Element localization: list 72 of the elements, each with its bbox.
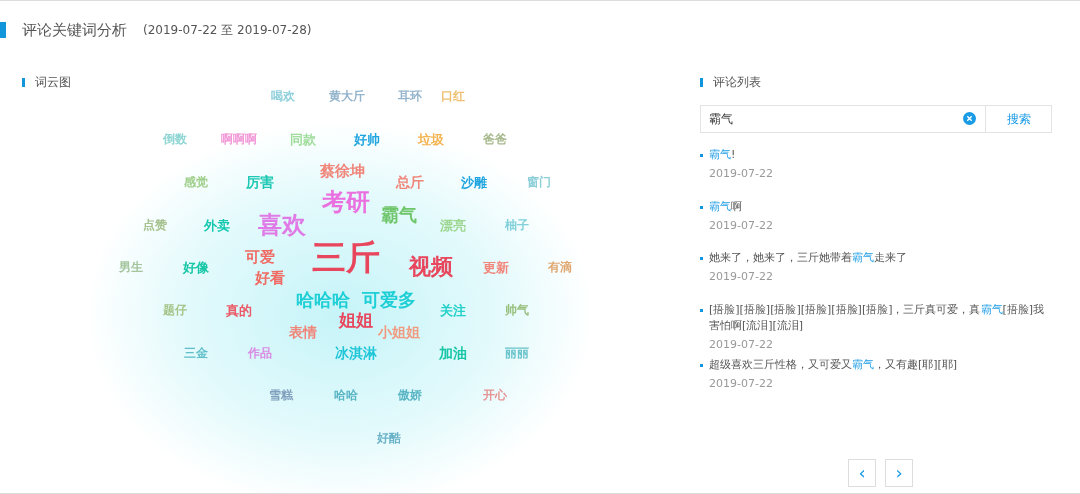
comment-date: 2019-07-22 <box>709 217 774 234</box>
cloud-word: 点赞 <box>143 219 167 231</box>
cloud-word: 耳环 <box>398 90 422 102</box>
cloud-word: 黄大斤 <box>329 90 365 102</box>
cloud-word: 冰淇淋 <box>335 346 377 360</box>
page-title: 评论关键词分析 <box>22 19 127 41</box>
cloud-word: 表情 <box>289 325 317 339</box>
comment-date: 2019-07-22 <box>709 376 774 392</box>
cloud-word: 哈哈哈 <box>296 291 350 309</box>
cloud-word: 漂亮 <box>440 218 466 232</box>
cloud-word: 视频 <box>409 256 453 278</box>
cloud-word: 垃圾 <box>418 132 444 146</box>
cloud-word: 同款 <box>290 132 316 146</box>
comment-text: 霸气! <box>709 147 737 163</box>
cloud-word: 总斤 <box>396 175 424 189</box>
cloud-word: 加油 <box>439 346 467 360</box>
section-title: 词云图 <box>35 74 71 91</box>
cloud-word: 喜欢 <box>258 213 306 237</box>
cloud-word: 三金 <box>184 347 208 359</box>
cloud-word: 帅气 <box>505 304 529 316</box>
cloud-word: 男生 <box>119 261 143 273</box>
date-range: (2019-07-22 至 2019-07-28) <box>143 22 312 39</box>
cloud-word: 考研 <box>322 190 370 214</box>
comment-date: 2019-07-22 <box>709 166 774 182</box>
cloud-word: 喝欢 <box>271 90 295 102</box>
comment-text: 她来了，她来了，三斤她带着霸气走来了 <box>709 250 908 266</box>
cloud-word: 姐姐 <box>339 311 373 329</box>
cloud-word: 题仔 <box>163 304 187 316</box>
section-marker <box>700 77 703 87</box>
previous-page-button[interactable]: ‹ <box>848 458 876 487</box>
cloud-word: 厉害 <box>246 175 274 189</box>
cloud-word: 窗门 <box>527 176 551 188</box>
comment-text: 超级喜欢三斤性格，又可爱又霸气，又有趣[耶][耶] <box>709 357 959 373</box>
title-marker <box>0 22 6 38</box>
cloud-word: 倒数 <box>163 133 187 145</box>
cloud-word: 好酷 <box>377 432 401 444</box>
cloud-word: 傲娇 <box>398 389 422 401</box>
next-page-button[interactable]: › <box>885 458 913 487</box>
comment-text: [捂脸][捂脸][捂脸][捂脸][捂脸][捂脸]，三斤真可爱，真霸气[捂脸]我害怕啊[流泪][流泪] <box>709 301 1046 334</box>
cloud-word: 开心 <box>483 389 507 401</box>
cloud-word: 哈哈 <box>334 389 358 401</box>
cloud-word: 霸气 <box>381 206 417 224</box>
cloud-word: 真的 <box>226 303 252 317</box>
comment-text: 霸气啊 <box>709 198 743 215</box>
cloud-word: 作品 <box>248 347 272 359</box>
cloud-word: 雪糕 <box>269 389 293 401</box>
cloud-word: 可爱多 <box>362 291 416 309</box>
cloud-word: 三斤 <box>312 240 380 274</box>
comment-date: 2019-07-22 <box>709 269 774 285</box>
cloud-word: 关注 <box>440 303 466 317</box>
section-title: 评论列表 <box>713 74 761 91</box>
cloud-word: 蔡徐坤 <box>319 163 365 179</box>
cloud-word: 小姐姐 <box>378 325 420 339</box>
cloud-word: 柚子 <box>505 219 529 231</box>
cloud-word: 可爱 <box>245 249 275 265</box>
cloud-word: 有滴 <box>548 261 572 273</box>
cloud-word: 爸爸 <box>483 133 507 145</box>
cloud-word: 口红 <box>441 90 465 102</box>
cloud-word: 好帅 <box>354 132 380 146</box>
clear-icon[interactable] <box>963 112 976 125</box>
section-marker <box>22 77 25 87</box>
search-button[interactable]: 搜索 <box>986 105 1052 133</box>
cloud-word: 沙雕 <box>461 175 487 189</box>
cloud-word: 丽丽 <box>505 347 529 359</box>
cloud-word: 感觉 <box>184 176 208 188</box>
cloud-word: 外卖 <box>204 218 230 232</box>
cloud-word: 啊啊啊 <box>221 133 257 145</box>
search-field[interactable]: 霸气 <box>700 105 986 133</box>
cloud-word: 好像 <box>183 260 209 274</box>
cloud-word: 更新 <box>483 260 509 274</box>
comment-date: 2019-07-22 <box>709 336 774 353</box>
cloud-word: 好看 <box>255 270 285 286</box>
